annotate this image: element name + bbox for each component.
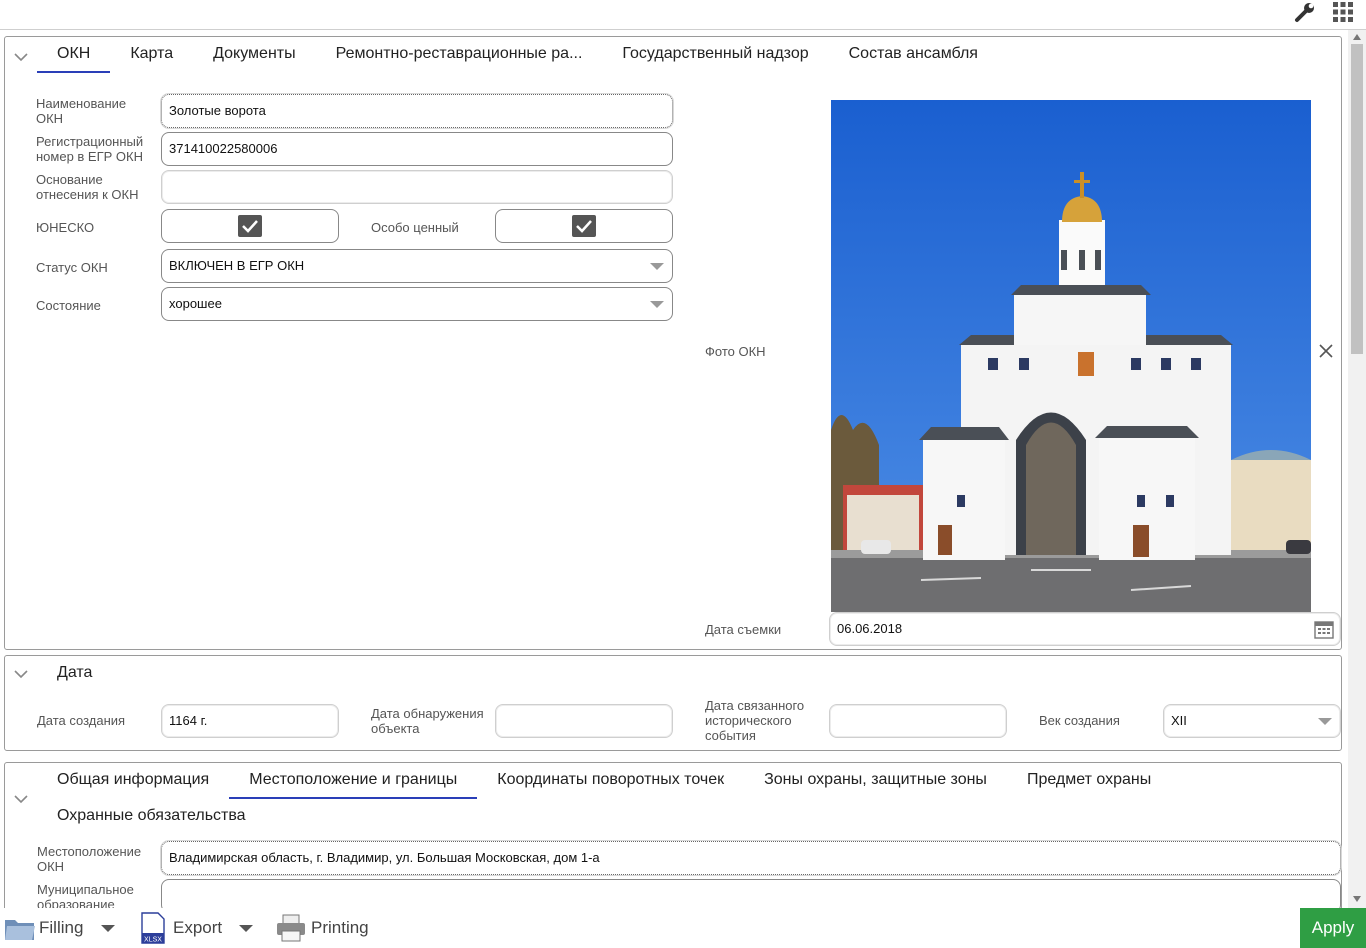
tab-protection-zones[interactable]: Зоны охраны, защитные зоны bbox=[744, 763, 1007, 799]
tab-protection-subject[interactable]: Предмет охраны bbox=[1007, 763, 1171, 799]
okn-tabs: ОКН Карта Документы Ремонтно-реставрацио… bbox=[37, 37, 998, 73]
filling-button[interactable]: Filling bbox=[4, 908, 116, 948]
location-label: Местоположение ОКН bbox=[37, 844, 142, 874]
valuable-checkbox[interactable] bbox=[572, 215, 596, 237]
status-select[interactable]: ВКЛЮЧЕН В ЕГР ОКН bbox=[161, 249, 673, 283]
printing-label: Printing bbox=[311, 918, 369, 937]
valuable-label: Особо ценный bbox=[371, 220, 459, 235]
event-label: Дата связанного исторического события bbox=[705, 698, 805, 743]
top-toolbar bbox=[0, 0, 1366, 30]
scrollbar-thumb[interactable] bbox=[1351, 44, 1363, 354]
svg-text:XLSX: XLSX bbox=[144, 937, 162, 944]
reg-number-field[interactable]: 371410022580006 bbox=[161, 132, 673, 166]
check-icon bbox=[242, 220, 258, 233]
tab-map[interactable]: Карта bbox=[110, 37, 193, 73]
municipal-field[interactable] bbox=[161, 879, 1341, 908]
apply-button[interactable]: Apply bbox=[1300, 908, 1366, 948]
scroll-up-icon[interactable] bbox=[1353, 34, 1361, 40]
xlsx-icon: XLSX bbox=[141, 912, 165, 944]
bottom-toolbar: Filling XLSX Export Printing bbox=[0, 908, 1366, 948]
name-field[interactable]: Золотые ворота bbox=[161, 94, 673, 128]
unesco-checkbox[interactable] bbox=[238, 215, 262, 237]
vertical-scrollbar[interactable] bbox=[1348, 30, 1366, 908]
export-button[interactable]: XLSX Export bbox=[140, 908, 254, 948]
valuable-checkbox-field[interactable] bbox=[495, 209, 673, 243]
created-field[interactable]: 1164 г. bbox=[161, 704, 339, 738]
okn-panel: ОКН Карта Документы Ремонтно-реставрацио… bbox=[4, 36, 1342, 650]
tab-general[interactable]: Общая информация bbox=[37, 763, 229, 799]
tab-coordinates[interactable]: Координаты поворотных точек bbox=[477, 763, 744, 799]
shoot-date-label: Дата съемки bbox=[705, 622, 782, 637]
status-label: Статус ОКН bbox=[36, 260, 108, 275]
filling-label: Filling bbox=[39, 918, 84, 937]
wrench-icon[interactable] bbox=[1292, 0, 1318, 24]
shoot-date-value: 06.06.2018 bbox=[837, 621, 903, 636]
close-icon[interactable] bbox=[1318, 343, 1334, 359]
info-tabs: Общая информация Местоположение и границ… bbox=[37, 763, 1197, 835]
chevron-down-icon[interactable] bbox=[13, 668, 29, 680]
location-field[interactable]: Владимирская область, г. Владимир, ул. Б… bbox=[161, 841, 1341, 875]
state-value: хорошее bbox=[169, 296, 222, 311]
created-label: Дата создания bbox=[37, 713, 126, 728]
info-panel: Общая информация Местоположение и границ… bbox=[4, 762, 1342, 908]
unesco-checkbox-field[interactable] bbox=[161, 209, 339, 243]
okn-photo bbox=[831, 100, 1311, 612]
unesco-label: ЮНЕСКО bbox=[36, 220, 95, 235]
chevron-down-icon[interactable] bbox=[13, 51, 29, 63]
caret-down-icon bbox=[650, 301, 664, 308]
tab-supervision[interactable]: Государственный надзор bbox=[602, 37, 828, 73]
tab-restoration[interactable]: Ремонтно-реставрационные ра... bbox=[316, 37, 603, 73]
caret-down-icon[interactable] bbox=[101, 924, 116, 932]
date-panel: Дата Дата создания 1164 г. Дата обнаруже… bbox=[4, 655, 1342, 751]
name-label: Наименование ОКН bbox=[36, 96, 127, 126]
grid-icon[interactable] bbox=[1330, 0, 1356, 24]
chevron-down-icon[interactable] bbox=[13, 793, 29, 805]
scroll-down-icon[interactable] bbox=[1353, 896, 1361, 902]
state-select[interactable]: хорошее bbox=[161, 287, 673, 321]
printing-button[interactable]: Printing bbox=[276, 908, 369, 948]
caret-down-icon bbox=[650, 263, 664, 270]
check-icon bbox=[576, 220, 592, 233]
tab-location[interactable]: Местоположение и границы bbox=[229, 763, 478, 799]
main-content: ОКН Карта Документы Ремонтно-реставрацио… bbox=[0, 30, 1348, 908]
export-label: Export bbox=[173, 918, 223, 937]
century-select[interactable]: XII bbox=[1163, 704, 1341, 738]
century-label: Век создания bbox=[1039, 713, 1120, 728]
status-value: ВКЛЮЧЕН В ЕГР ОКН bbox=[169, 258, 305, 273]
caret-down-icon bbox=[1318, 718, 1332, 725]
tab-documents[interactable]: Документы bbox=[193, 37, 315, 73]
folder-icon bbox=[5, 920, 35, 940]
date-section-title: Дата bbox=[57, 664, 93, 681]
reg-number-label: Регистрационный номер в ЕГР ОКН bbox=[36, 134, 144, 164]
municipal-label: Муниципальное образование bbox=[37, 882, 134, 908]
calendar-icon[interactable] bbox=[1314, 619, 1334, 639]
tab-obligations[interactable]: Охранные обязательства bbox=[37, 799, 266, 835]
state-label: Состояние bbox=[36, 298, 101, 313]
event-field[interactable] bbox=[829, 704, 1007, 738]
basis-label: Основание отнесения к ОКН bbox=[36, 172, 139, 202]
basis-field[interactable] bbox=[161, 170, 673, 204]
printer-icon bbox=[277, 914, 305, 942]
tab-okn[interactable]: ОКН bbox=[37, 37, 111, 73]
tab-ensemble[interactable]: Состав ансамбля bbox=[829, 37, 998, 73]
discovered-label: Дата обнаружения объекта bbox=[371, 706, 484, 736]
century-value: XII bbox=[1171, 713, 1187, 728]
discovered-field[interactable] bbox=[495, 704, 673, 738]
caret-down-icon[interactable] bbox=[239, 924, 254, 932]
photo-label: Фото ОКН bbox=[705, 344, 766, 359]
shoot-date-field[interactable]: 06.06.2018 bbox=[829, 612, 1341, 646]
